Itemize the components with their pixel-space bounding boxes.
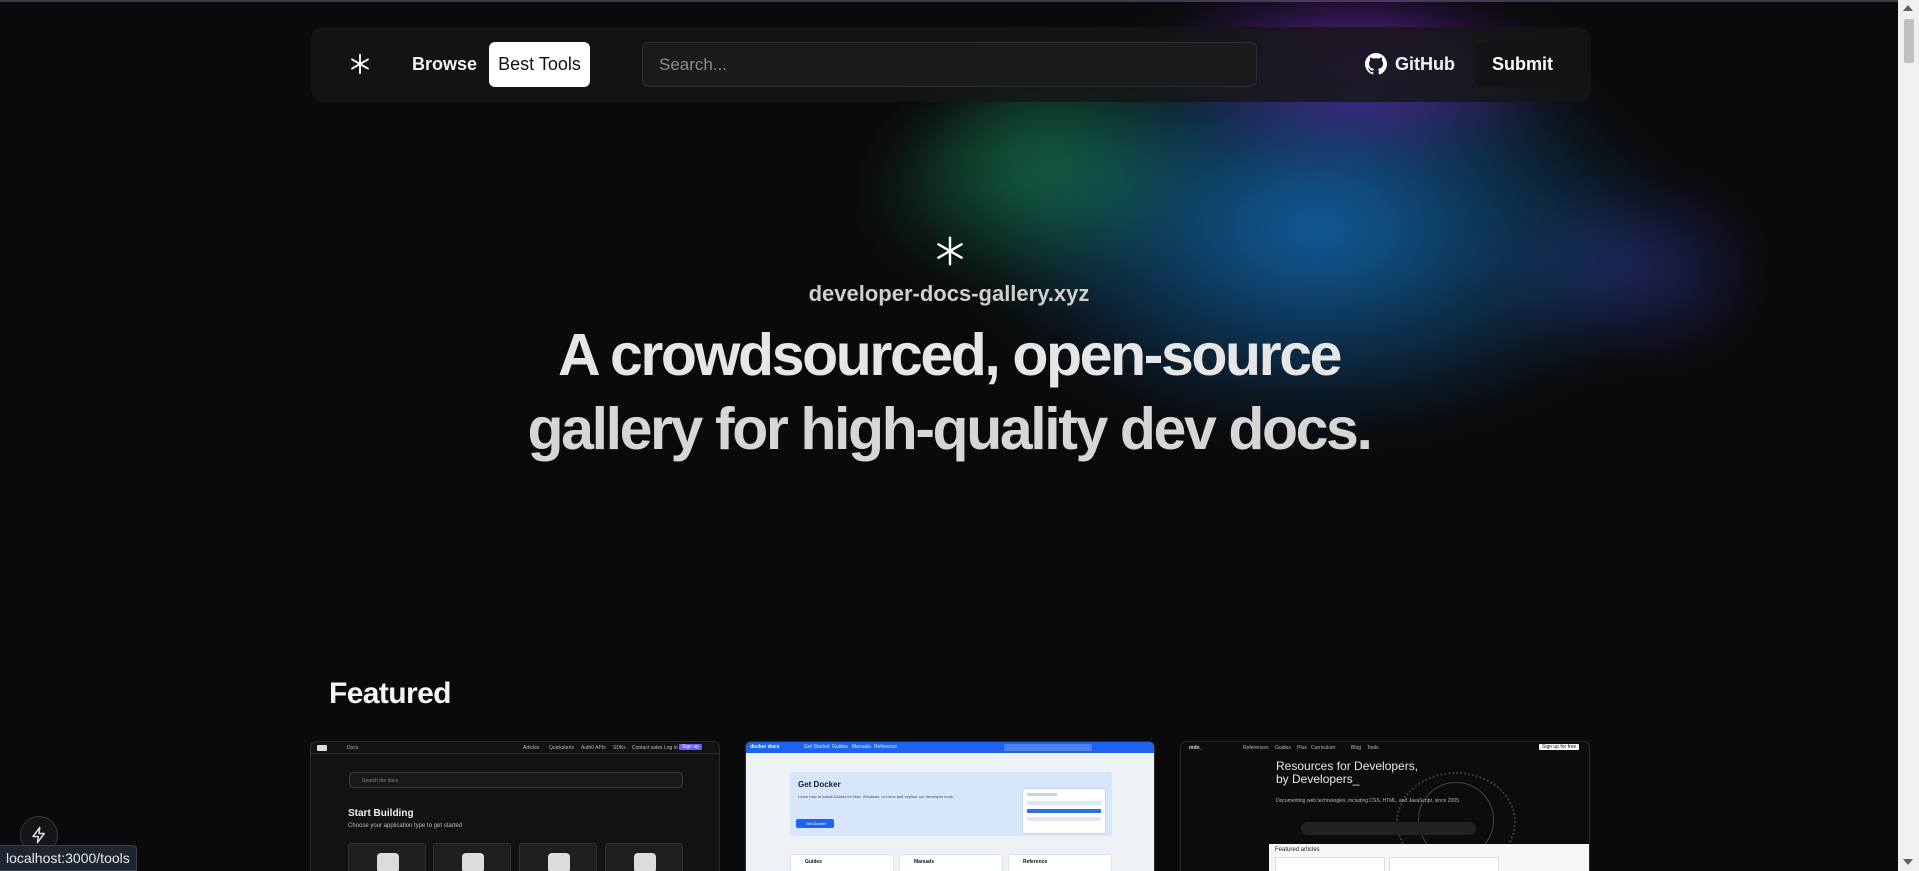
card-nav-item: Reference	[874, 744, 898, 750]
card-link-box: Guides	[790, 854, 894, 871]
card-lower-section: Featured articles	[1269, 844, 1589, 871]
card-nav-item: Quickstarts	[549, 745, 575, 751]
card-logo-text: docker docs	[750, 744, 780, 750]
scrollbar-thumb[interactable]	[1904, 19, 1914, 63]
card-link-label: Guides	[805, 859, 822, 865]
card-link-label: Reference	[1023, 859, 1048, 865]
thumbnail-line	[1027, 793, 1057, 796]
scroll-up-arrow-icon[interactable]	[1903, 5, 1913, 11]
thumbnail-line	[1027, 801, 1101, 805]
asterisk-icon	[351, 53, 369, 75]
card-header: docker docs Get Started Guides Manuals R…	[746, 742, 1154, 753]
card-nav-item: Curriculum	[1311, 745, 1336, 751]
card-nav-item: Tools	[1367, 745, 1379, 751]
nav-browse-link[interactable]: Browse	[400, 46, 489, 82]
card-cta-button: Get Docker	[796, 819, 834, 828]
thumbnail-line	[1027, 809, 1101, 813]
card-search-field	[1004, 744, 1092, 751]
card-link-box: Reference	[1008, 854, 1112, 871]
app-type-tile	[605, 843, 683, 871]
article-card	[1389, 857, 1499, 871]
github-link[interactable]: GitHub	[1365, 46, 1455, 82]
card-link-box: Manuals	[899, 854, 1003, 871]
card-nav-item: SDKs	[613, 745, 626, 751]
lightning-icon	[32, 826, 45, 844]
card-nav-item: Log in	[664, 745, 678, 751]
featured-card-mdn[interactable]: mdn_ References Guides Plus Curriculum B…	[1180, 741, 1590, 871]
headline-line-1: A crowdsourced, open-source	[557, 322, 1343, 388]
card-cta-label: Get Docker	[806, 821, 827, 826]
card-logo-text: mdn_	[1189, 745, 1203, 751]
card-heading-line: by Developers_	[1276, 772, 1360, 786]
app-type-tile	[348, 843, 426, 871]
card-nav-item: Guides	[832, 744, 848, 750]
card-nav-item: Auth0 APIs	[581, 745, 606, 751]
app-type-tile	[433, 843, 511, 871]
nav-best-tools-link[interactable]: Best Tools	[489, 42, 590, 87]
card-logo-text: Docs	[347, 745, 359, 751]
featured-section-title: Featured	[329, 677, 452, 710]
browser-status-url: localhost:3000/tools	[0, 845, 137, 871]
github-icon	[1365, 53, 1387, 75]
auth0-logo-icon	[317, 745, 327, 751]
featured-card-auth0[interactable]: Docs Articles Quickstarts Auth0 APIs SDK…	[310, 741, 720, 871]
card-nav-item: Sign up	[679, 744, 702, 750]
card-nav-item: References	[1243, 745, 1269, 751]
card-nav-item: Manuals	[852, 744, 871, 750]
hero-headline: A crowdsourced, open-source gallery for …	[450, 318, 1448, 466]
card-description: Learn how to install Docker for Mac, Win…	[798, 794, 954, 799]
card-link-label: Manuals	[914, 859, 935, 865]
card-search-placeholder: Search the docs	[362, 778, 399, 784]
card-nav-item: Articles	[523, 745, 540, 751]
card-nav-item: Get Started	[804, 744, 830, 750]
card-search-field	[1301, 822, 1476, 835]
vertical-scrollbar[interactable]	[1898, 0, 1919, 871]
search-input[interactable]	[642, 42, 1257, 87]
card-nav-item: Contact sales	[632, 745, 663, 751]
browser-top-border	[0, 0, 1898, 2]
hero-asterisk-icon	[937, 236, 963, 266]
featured-card-docker[interactable]: docker docs Get Started Guides Manuals R…	[745, 741, 1155, 871]
card-section-title: Featured articles	[1275, 847, 1320, 853]
thumbnail-line	[1027, 817, 1101, 821]
home-logo-button[interactable]	[344, 46, 376, 82]
card-subheading: Choose your application type to get star…	[348, 823, 463, 829]
card-search-field: Search the docs	[349, 772, 683, 788]
app-type-tile	[519, 843, 597, 871]
submit-button[interactable]: Submit	[1475, 42, 1570, 87]
card-nav-item: Blog	[1351, 745, 1362, 751]
card-screenshot-thumbnail	[1022, 788, 1106, 834]
card-heading: Start Building	[348, 808, 414, 819]
card-heading: Resources for Developers, by Developers_	[1276, 760, 1418, 786]
card-header: Docs Articles Quickstarts Auth0 APIs SDK…	[311, 742, 719, 754]
card-description: Documenting web technologies, including …	[1276, 798, 1461, 804]
scroll-down-arrow-icon[interactable]	[1903, 859, 1913, 865]
site-name: developer-docs-gallery.xyz	[808, 281, 1090, 306]
article-card	[1275, 857, 1385, 871]
headline-line-2: gallery for high-quality dev docs.	[527, 396, 1373, 462]
github-label: GitHub	[1395, 53, 1455, 74]
card-nav-item: Plus	[1297, 745, 1307, 751]
card-heading: Get Docker	[798, 780, 841, 789]
card-nav-item: Guides	[1275, 745, 1291, 751]
card-signup-button: Sign up for free	[1539, 744, 1580, 750]
